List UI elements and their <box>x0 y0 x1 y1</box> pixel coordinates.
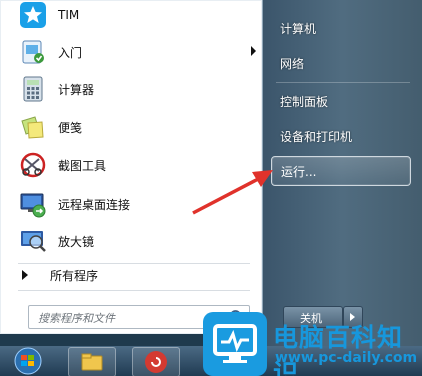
program-label: 截图工具 <box>58 158 107 173</box>
music-app-icon <box>145 351 167 373</box>
program-label: 便笺 <box>58 120 83 135</box>
divider <box>18 290 250 291</box>
sticky-notes-icon <box>18 112 48 142</box>
all-programs-button[interactable]: 所有程序 <box>22 264 98 286</box>
monitor-logo-icon <box>203 312 267 376</box>
program-item-tim[interactable]: TIM <box>18 0 262 34</box>
watermark-url: www.pc-daily.com <box>275 350 418 366</box>
start-menu-programs-panel: TIM 入门 计算器 便笺 截图工具 远程桌面连接 放大镜 所有程序 搜索程序和… <box>0 0 263 334</box>
program-label: 入门 <box>58 45 83 60</box>
all-programs-label: 所有程序 <box>50 268 99 283</box>
divider <box>276 82 410 83</box>
program-item-magnifier[interactable]: 放大镜 <box>18 222 262 260</box>
program-label: 计算器 <box>58 82 95 97</box>
run-label: 运行... <box>281 165 317 179</box>
program-item-snipping-tool[interactable]: 截图工具 <box>18 146 262 184</box>
taskbar-music-button[interactable] <box>132 347 180 376</box>
program-item-remote-desktop[interactable]: 远程桌面连接 <box>18 185 262 223</box>
snipping-tool-icon <box>18 150 48 180</box>
tim-icon <box>18 0 48 30</box>
program-label: TIM <box>58 8 80 22</box>
expand-arrow-icon <box>22 270 28 280</box>
right-item-devices-printers[interactable]: 设备和打印机 <box>280 128 352 145</box>
program-label: 放大镜 <box>58 234 95 249</box>
right-item-network[interactable]: 网络 <box>280 55 304 72</box>
search-placeholder: 搜索程序和文件 <box>38 312 115 325</box>
program-label: 远程桌面连接 <box>58 197 131 212</box>
right-item-computer[interactable]: 计算机 <box>280 20 316 37</box>
watermark-title: 电脑百科知识 <box>273 323 404 376</box>
program-item-getting-started[interactable]: 入门 <box>18 33 262 71</box>
getting-started-icon <box>18 37 48 67</box>
windows-orb-icon <box>14 347 42 375</box>
right-item-run[interactable]: 运行... <box>271 156 411 186</box>
calculator-icon <box>18 74 48 104</box>
start-button[interactable] <box>6 347 56 375</box>
panel-edge <box>262 0 263 350</box>
program-item-sticky-notes[interactable]: 便笺 <box>18 108 262 146</box>
program-item-calculator[interactable]: 计算器 <box>18 70 262 108</box>
right-item-control-panel[interactable]: 控制面板 <box>280 93 328 110</box>
folder-icon <box>81 353 103 371</box>
watermark-logo: 电脑百科知识 www.pc-daily.com <box>203 312 422 376</box>
magnifier-icon <box>18 226 48 256</box>
submenu-arrow-icon[interactable] <box>251 46 256 56</box>
taskbar-explorer-button[interactable] <box>68 347 116 376</box>
remote-desktop-icon <box>18 189 48 219</box>
